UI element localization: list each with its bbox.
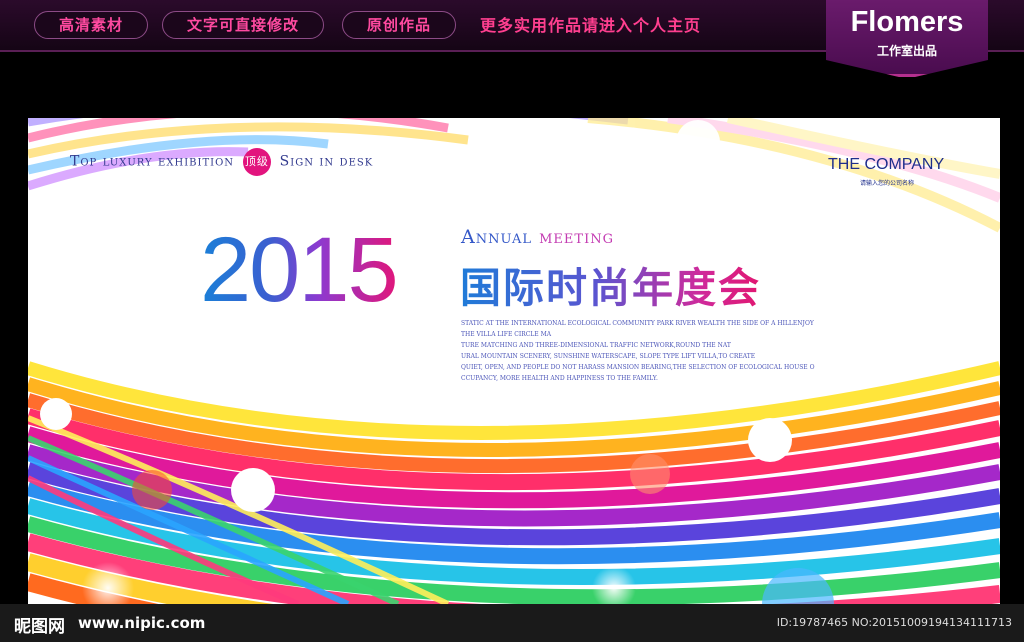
description-line: CCUPANCY, MORE HEALTH AND HAPPINESS TO T…: [461, 375, 658, 382]
top-grade-badge: 顶级: [242, 148, 271, 176]
studio-subtitle: 工作室出品: [876, 44, 937, 58]
tagline-part2: Sign in desk: [279, 153, 374, 170]
event-year: 2015: [200, 219, 399, 321]
description-line: THE VILLA LIFE CIRCLE MA: [461, 331, 552, 338]
event-description: STATIC AT THE INTERNATIONAL ECOLOGICAL C…: [461, 318, 861, 384]
meeting-word: meeting: [539, 226, 614, 248]
company-name: THE COMPANY: [828, 156, 945, 173]
description-line: URAL MOUNTAIN SCENERY, SUNSHINE WATERSCA…: [461, 353, 756, 360]
tagline-part1: Top luxury exhibition: [70, 153, 235, 170]
site-url[interactable]: www.nipic.com: [78, 614, 205, 632]
tag-hd-material[interactable]: 高清素材: [34, 11, 148, 39]
image-id: ID:19787465 NO:20151009194134111713: [776, 616, 1012, 629]
nipic-logo: 昵图网: [14, 617, 65, 637]
description-line: STATIC AT THE INTERNATIONAL ECOLOGICAL C…: [461, 320, 814, 327]
annual-word: Annual: [461, 226, 533, 248]
watermark-bar: 昵图网 www.nipic.com ID:19787465 NO:2015100…: [0, 604, 1024, 642]
tag-editable-text[interactable]: 文字可直接修改: [162, 11, 324, 39]
description-line: QUIET, OPEN, AND PEOPLE DO NOT HARASS MA…: [461, 364, 815, 371]
studio-badge: Flomers 工作室出品: [826, 0, 988, 77]
luxury-tagline: Top luxury exhibition 顶级 Sign in desk: [70, 148, 373, 176]
poster-artwork: Top luxury exhibition 顶级 Sign in desk TH…: [28, 118, 1000, 604]
studio-name: Flomers: [850, 6, 964, 38]
annual-meeting-heading: Annual meeting: [461, 226, 614, 248]
company-subtitle: 请输入您的公司名称: [860, 180, 915, 187]
homepage-link[interactable]: 更多实用作品请进入个人主页: [480, 12, 701, 36]
tag-original-work[interactable]: 原创作品: [342, 11, 456, 39]
event-title: 国际时尚年度会: [460, 254, 761, 314]
description-line: TURE MATCHING AND THREE-DIMENSIONAL TRAF…: [461, 342, 731, 349]
